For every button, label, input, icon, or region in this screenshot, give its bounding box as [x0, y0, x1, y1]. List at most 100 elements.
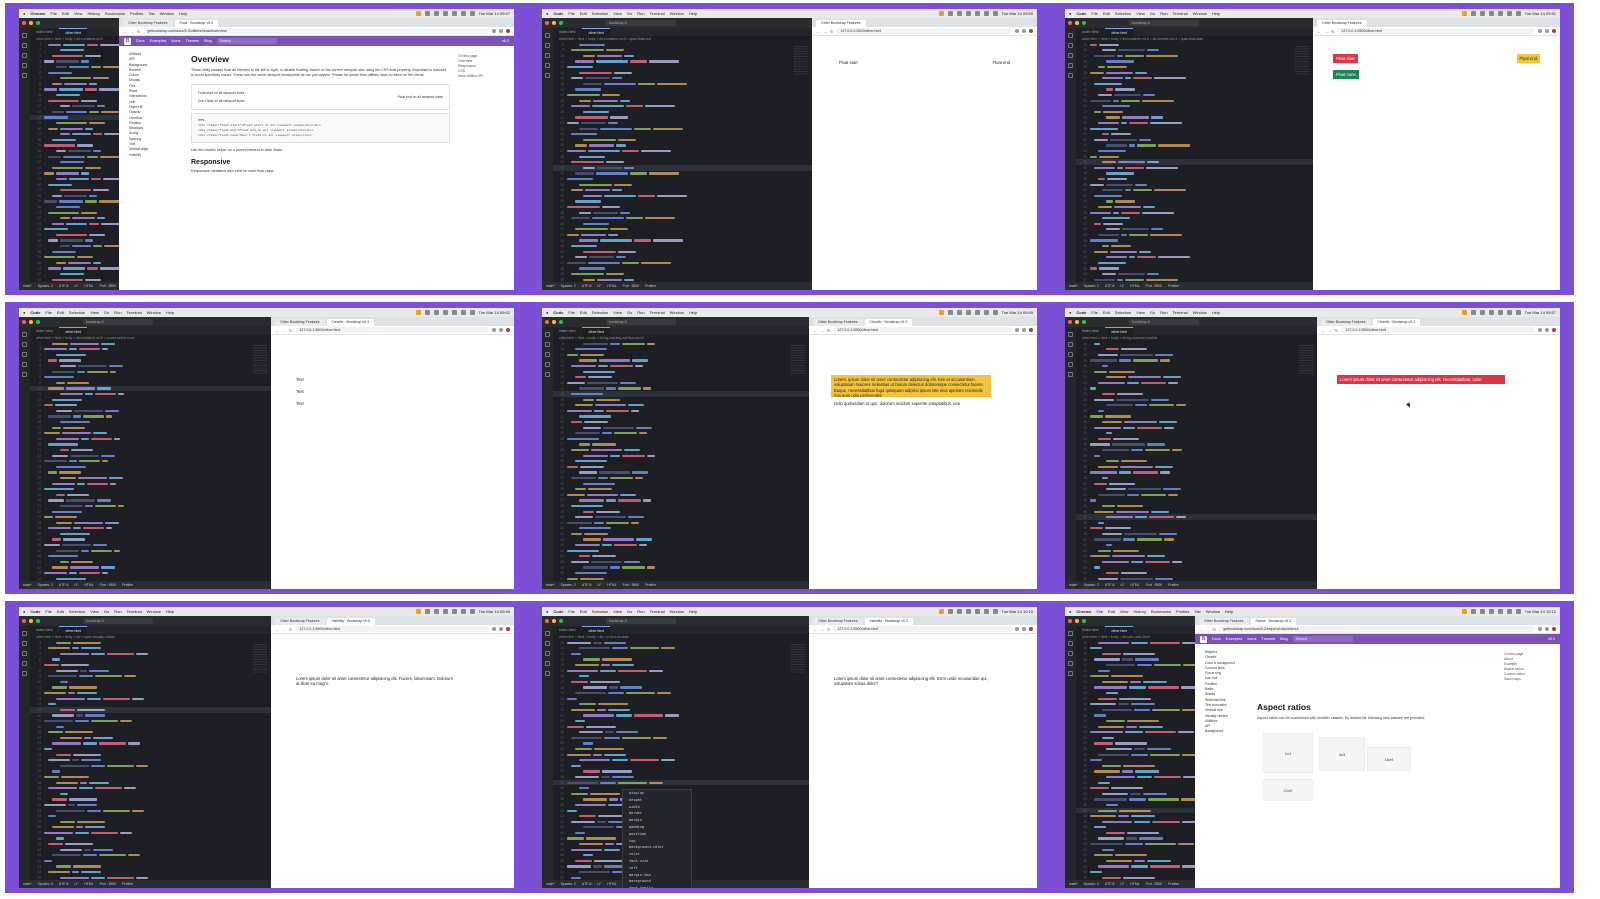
reload-icon[interactable]: ↻ [137, 29, 140, 34]
status-icon[interactable] [451, 609, 457, 614]
menubar-item[interactable]: Run [1160, 11, 1167, 16]
status-icon[interactable] [1479, 310, 1485, 315]
apple-icon[interactable]: ● [1069, 310, 1071, 315]
browser-tab[interactable]: Other Bootstrap Features [813, 319, 863, 326]
recording-indicator-icon[interactable] [938, 11, 944, 16]
editor-tab[interactable]: index.html [1076, 626, 1105, 634]
git-branch-status[interactable]: main* [23, 284, 32, 288]
autocomplete-item[interactable]: height [623, 797, 691, 804]
eol-status[interactable]: LF [74, 583, 78, 587]
menubar-app-name[interactable]: Code [553, 11, 563, 16]
menubar-item[interactable]: View [613, 609, 622, 614]
source-control-icon[interactable] [545, 53, 550, 58]
browser-tab[interactable]: Other Bootstrap Features [275, 319, 325, 326]
menubar-item[interactable]: Help [1212, 11, 1220, 16]
autocomplete-item[interactable]: left [623, 865, 691, 872]
editor-tab[interactable]: other.html [59, 327, 88, 335]
menubar-item[interactable]: Window [1206, 609, 1220, 614]
docs-search-input[interactable]: Search [1292, 636, 1353, 642]
source-control-icon[interactable] [1068, 651, 1073, 656]
menubar-item[interactable]: Run [637, 609, 644, 614]
menubar-item[interactable]: File [1097, 609, 1103, 614]
recording-indicator-icon[interactable] [415, 310, 421, 315]
reload-icon[interactable]: ↻ [1331, 29, 1334, 34]
autocomplete-item[interactable]: font-family [623, 885, 691, 888]
forward-icon[interactable]: → [1206, 627, 1210, 632]
code-editor[interactable]: 15 16 17 18 19 20 21 22 23 24 25 26 27 28 29 30 31 32 33 34… [1076, 42, 1313, 282]
status-icon[interactable] [992, 11, 998, 16]
forward-icon[interactable]: → [1328, 328, 1332, 333]
minimap[interactable] [253, 345, 267, 375]
menubar-item[interactable]: Help [1225, 609, 1233, 614]
command-center-search[interactable]: bootstrap-5 [606, 20, 676, 26]
url-field[interactable]: getbootstrap.com/docs/5.3/utilities/floa… [143, 28, 489, 34]
recording-indicator-icon[interactable] [1461, 609, 1467, 614]
menubar-item[interactable]: Selection [69, 310, 85, 315]
search-icon[interactable] [22, 43, 27, 48]
menubar-item[interactable]: File [45, 310, 51, 315]
status-icon[interactable] [1488, 310, 1494, 315]
status-icon[interactable] [442, 310, 448, 315]
minimap[interactable] [791, 345, 805, 375]
status-icon[interactable] [1506, 310, 1512, 315]
eol-status[interactable]: LF [74, 882, 78, 886]
menubar-item[interactable]: Edit [57, 310, 64, 315]
browser-tab[interactable]: Clearfix · Bootstrap v5.3 [864, 319, 913, 326]
extensions-icon[interactable] [22, 372, 27, 377]
close-window-icon[interactable] [545, 21, 549, 25]
menubar-item[interactable]: Edit [580, 310, 587, 315]
encoding-status[interactable]: UTF-8 [1105, 583, 1115, 587]
minimize-window-icon[interactable] [552, 21, 556, 25]
browser-tab[interactable]: Clearfix · Bootstrap v5.3 [1372, 319, 1421, 326]
files-icon[interactable] [1068, 33, 1073, 38]
menubar-item[interactable]: View [1136, 11, 1145, 16]
source-control-icon[interactable] [1068, 352, 1073, 357]
zoom-window-icon[interactable] [559, 619, 563, 623]
navbar-link[interactable]: Docs [1212, 637, 1221, 641]
forward-icon[interactable]: → [820, 328, 824, 333]
extension-icon[interactable] [1545, 627, 1549, 631]
git-branch-status[interactable]: main* [546, 882, 555, 886]
prettier-status[interactable]: Prettier [1168, 583, 1179, 587]
source-control-icon[interactable] [22, 651, 27, 656]
eol-status[interactable]: LF [1120, 284, 1124, 288]
autocomplete-popup[interactable]: display height width border margin padding pos… [622, 789, 692, 888]
extension-icon[interactable] [1545, 29, 1549, 33]
profile-avatar[interactable] [1029, 627, 1033, 631]
command-center-search[interactable]: bootstrap-5 [1129, 20, 1199, 26]
search-icon[interactable] [1068, 641, 1073, 646]
menubar-item[interactable]: Go [1150, 310, 1155, 315]
run-debug-icon[interactable] [545, 362, 550, 367]
browser-tab[interactable]: Other Bootstrap Features [275, 618, 325, 625]
status-icon[interactable] [965, 310, 971, 315]
url-field[interactable]: 127.0.0.1:5500/other.html [833, 626, 1012, 632]
reload-icon[interactable]: ↻ [827, 627, 830, 632]
bookmark-icon[interactable] [1538, 29, 1542, 33]
menubar-item[interactable]: View [74, 11, 83, 16]
profile-avatar[interactable] [1552, 29, 1556, 33]
status-icon[interactable] [983, 11, 989, 16]
menubar-app-name[interactable]: Chrome [1076, 609, 1091, 614]
menubar-item[interactable]: View [1136, 310, 1145, 315]
menubar-item[interactable]: Window [670, 310, 684, 315]
menubar-item[interactable]: Edit [62, 11, 69, 16]
close-window-icon[interactable] [1068, 619, 1072, 623]
run-debug-icon[interactable] [1068, 661, 1073, 666]
editor-tab[interactable]: other.html [582, 327, 611, 335]
navbar-link[interactable]: Icons [171, 39, 180, 43]
recording-indicator-icon[interactable] [415, 609, 421, 614]
menubar-item[interactable]: Help [166, 310, 174, 315]
encoding-status[interactable]: UTF-8 [59, 882, 69, 886]
url-field[interactable]: 127.0.0.1:5500/other.html [1337, 28, 1535, 34]
files-icon[interactable] [22, 332, 27, 337]
menubar-item[interactable]: Profiles [1176, 609, 1189, 614]
menubar-item[interactable]: View [90, 609, 99, 614]
apple-icon[interactable]: ● [546, 11, 548, 16]
menubar-item[interactable]: Selection [592, 310, 608, 315]
back-icon[interactable]: ← [123, 29, 127, 34]
encoding-status[interactable]: UTF-8 [582, 583, 592, 587]
version-dropdown[interactable]: v5.3 [502, 39, 509, 43]
autocomplete-item[interactable]: border [623, 810, 691, 817]
forward-icon[interactable]: → [1324, 29, 1328, 34]
status-icon[interactable] [1497, 310, 1503, 315]
